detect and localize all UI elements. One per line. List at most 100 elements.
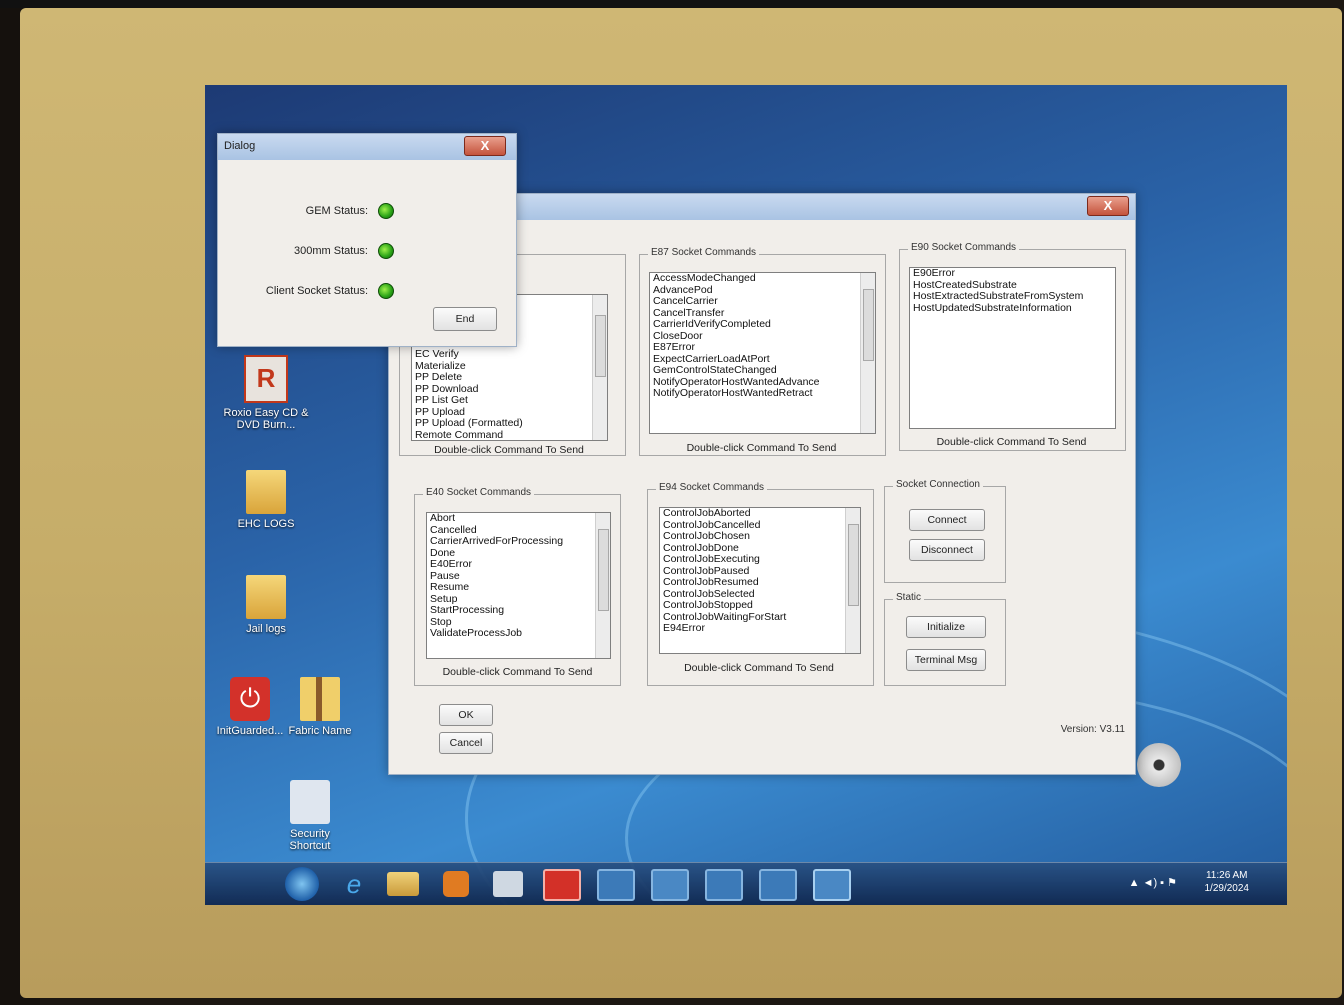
- media-player-icon[interactable]: [443, 871, 469, 897]
- list-caption: Double-click Command To Send: [684, 662, 834, 674]
- list-caption: Double-click Command To Send: [686, 442, 837, 454]
- e94-command-list[interactable]: ControlJobAborted ControlJobCancelled Co…: [659, 507, 861, 654]
- internet-explorer-icon[interactable]: e: [333, 868, 375, 900]
- desktop-icon-label: EHC LOGS: [237, 518, 295, 530]
- list-caption: Double-click Command To Send: [936, 436, 1087, 448]
- list-item[interactable]: GemControlStateChanged: [650, 364, 875, 377]
- list-scrollbar[interactable]: [845, 508, 860, 653]
- list-caption: Double-click Command To Send: [434, 444, 584, 456]
- desktop-icon-ehc-logs[interactable]: EHC LOGS: [220, 470, 312, 530]
- list-item[interactable]: CarrierArrivedForProcessing: [427, 535, 610, 548]
- network-icon[interactable]: [493, 871, 523, 897]
- connect-button[interactable]: Connect: [909, 509, 985, 531]
- disconnect-button[interactable]: Disconnect: [909, 539, 985, 561]
- desktop-icon-initguarded[interactable]: ⏻ InitGuarded...: [210, 677, 290, 737]
- desktop-icon-label: Security Shortcut: [289, 828, 331, 852]
- list-item[interactable]: HostUpdatedSubstrateInformation: [910, 302, 1115, 315]
- list-scrollbar[interactable]: [860, 273, 875, 433]
- gem-status-label: GEM Status:: [305, 205, 368, 217]
- desktop-icon-jail-logs[interactable]: Jail logs: [220, 575, 312, 635]
- list-item[interactable]: PP Delete: [412, 371, 607, 384]
- initialize-button[interactable]: Initialize: [906, 616, 986, 638]
- group-title: Static: [893, 592, 925, 603]
- clock-time: 11:26 AM: [1205, 870, 1248, 881]
- status-dialog-title: Dialog: [224, 140, 256, 152]
- list-item[interactable]: CancelCarrier: [650, 295, 875, 308]
- list-item[interactable]: CarrierIdVerifyCompleted: [650, 318, 875, 331]
- desktop-icon-label: Roxio Easy CD & DVD Burn...: [223, 407, 309, 431]
- zip-folder-icon: [300, 677, 340, 721]
- scroll-thumb[interactable]: [863, 289, 874, 361]
- list-item[interactable]: Remote Command: [412, 429, 607, 440]
- list-item[interactable]: ControlJobExecuting: [660, 553, 860, 566]
- group-title: Socket Connection: [893, 479, 983, 490]
- globe-app-icon[interactable]: [651, 869, 689, 901]
- e40-command-list[interactable]: Abort Cancelled CarrierArrivedForProcess…: [426, 512, 611, 659]
- version-label: Version: V3.11: [1060, 724, 1125, 735]
- e87-command-list[interactable]: AccessModeChanged AdvancePod CancelCarri…: [649, 272, 876, 434]
- status-dialog: Dialog X GEM Status: 300mm Status: Clien…: [217, 133, 517, 347]
- e90-command-list[interactable]: E90Error HostCreatedSubstrate HostExtrac…: [909, 267, 1116, 429]
- list-item[interactable]: Resume: [427, 581, 610, 594]
- folder-app-icon[interactable]: [597, 869, 635, 901]
- scroll-thumb[interactable]: [595, 315, 606, 377]
- list-item[interactable]: E94Error: [660, 622, 860, 635]
- list-item[interactable]: E40Error: [427, 558, 610, 571]
- static-group: Static: [884, 592, 1006, 686]
- list-item[interactable]: AccessModeChanged: [650, 273, 875, 285]
- 300mm-status-label: 300mm Status:: [294, 245, 368, 257]
- scroll-thumb[interactable]: [598, 529, 609, 611]
- gem-status-indicator: [378, 203, 394, 219]
- list-item[interactable]: NotifyOperatorHostWantedRetract: [650, 387, 875, 400]
- list-item[interactable]: ControlJobChosen: [660, 530, 860, 543]
- list-item[interactable]: ControlJobResumed: [660, 576, 860, 589]
- list-scrollbar[interactable]: [592, 295, 607, 440]
- roxio-icon: R: [244, 355, 288, 403]
- window-app-icon[interactable]: [813, 869, 851, 901]
- client-socket-status-label: Client Socket Status:: [265, 285, 368, 297]
- desktop-icon-roxio[interactable]: R Roxio Easy CD & DVD Burn...: [220, 355, 312, 431]
- dvd-drive-icon[interactable]: [1137, 743, 1181, 787]
- desktop-icon-label: Fabric Name: [288, 725, 352, 737]
- start-orb-icon[interactable]: [285, 867, 319, 901]
- taskbar-clock[interactable]: 11:26 AM 1/29/2024: [1205, 869, 1250, 895]
- list-item[interactable]: ValidateProcessJob: [427, 627, 610, 640]
- folder-icon: [246, 470, 286, 514]
- file-explorer-icon[interactable]: [387, 872, 419, 896]
- socket-connection-group: Socket Connection: [884, 479, 1006, 583]
- list-scrollbar[interactable]: [595, 513, 610, 658]
- group-title: E87 Socket Commands: [648, 247, 760, 258]
- system-tray-icons[interactable]: ▲ ◄) ▪ ⚑: [1129, 876, 1177, 889]
- list-item[interactable]: EC Verify: [412, 348, 607, 361]
- list-item[interactable]: E90Error: [910, 268, 1115, 280]
- 300mm-status-indicator: [378, 243, 394, 259]
- terminal-app-icon[interactable]: [705, 869, 743, 901]
- list-item[interactable]: Abort: [427, 513, 610, 525]
- power-app-icon[interactable]: [543, 869, 581, 901]
- main-dialog-close-button[interactable]: X: [1087, 196, 1129, 216]
- desktop-icon-security[interactable]: Security Shortcut: [270, 780, 350, 852]
- list-item[interactable]: ControlJobAborted: [660, 508, 860, 520]
- list-item[interactable]: PP List Get: [412, 394, 607, 407]
- status-dialog-close-button[interactable]: X: [464, 136, 506, 156]
- end-button[interactable]: End: [433, 307, 497, 331]
- list-caption: Double-click Command To Send: [442, 666, 593, 678]
- list-item[interactable]: HostExtractedSubstrateFromSystem: [910, 290, 1115, 303]
- folder-icon: [246, 575, 286, 619]
- list-item[interactable]: StartProcessing: [427, 604, 610, 617]
- power-icon: ⏻: [230, 677, 270, 721]
- top-edge: [0, 0, 1140, 8]
- list-item[interactable]: E87Error: [650, 341, 875, 354]
- desktop-icon-label: InitGuarded...: [216, 725, 284, 737]
- list-item[interactable]: ControlJobStopped: [660, 599, 860, 612]
- desktop-icon-fabric[interactable]: Fabric Name: [280, 677, 360, 737]
- terminal-msg-button[interactable]: Terminal Msg: [906, 649, 986, 671]
- window-app-icon[interactable]: [759, 869, 797, 901]
- list-item[interactable]: PP Upload (Formatted): [412, 417, 607, 430]
- taskbar: e ▲ ◄) ▪ ⚑ 11:26 AM 1/29/2024: [205, 862, 1287, 905]
- scroll-thumb[interactable]: [848, 524, 859, 606]
- ok-button[interactable]: OK: [439, 704, 493, 726]
- cancel-button[interactable]: Cancel: [439, 732, 493, 754]
- desktop-icon-label: Jail logs: [246, 623, 286, 635]
- group-title: E40 Socket Commands: [423, 487, 535, 498]
